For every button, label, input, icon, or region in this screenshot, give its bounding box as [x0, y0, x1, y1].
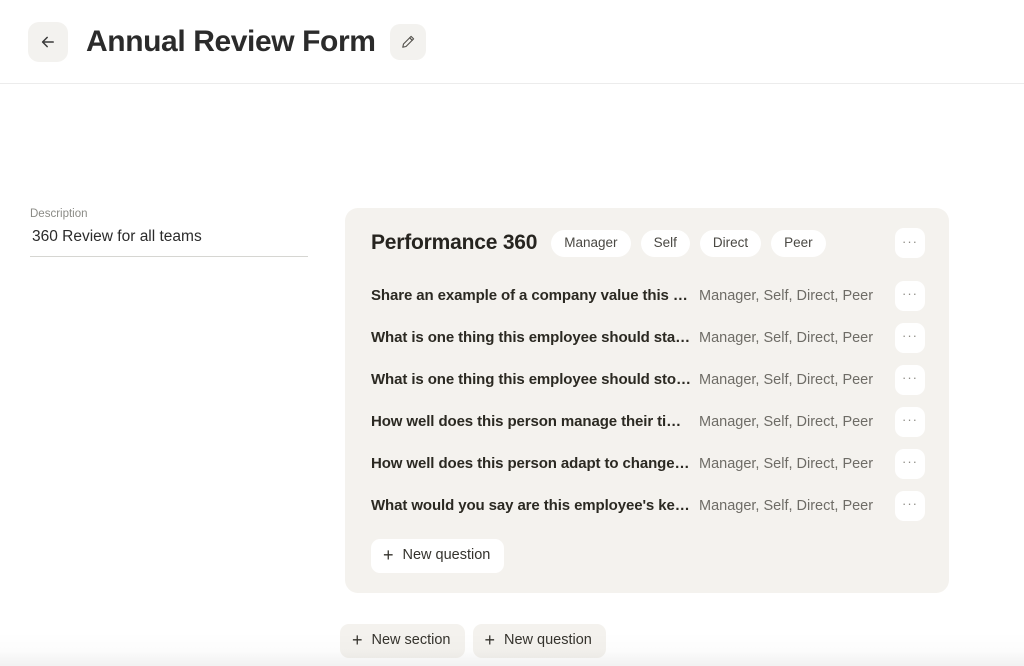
- question-overflow-menu-button[interactable]: ···: [895, 364, 925, 395]
- footer-actions: + New section + New question: [340, 624, 606, 658]
- section-new-question-button[interactable]: + New question: [371, 538, 505, 573]
- new-section-button[interactable]: + New section: [340, 624, 465, 658]
- section-card-performance-360: Performance 360 Manager Self Direct Peer…: [345, 208, 949, 593]
- question-text: Share an example of a company value this…: [371, 287, 693, 305]
- question-audience: Manager, Self, Direct, Peer: [699, 455, 874, 472]
- question-text: What is one thing this employee should s…: [371, 371, 693, 389]
- page-title: Annual Review Form: [86, 24, 376, 58]
- question-text: What would you say are this employee's k…: [371, 497, 693, 515]
- description-label: Description: [30, 208, 88, 220]
- question-row[interactable]: How well does this person manage their t…: [371, 401, 925, 443]
- plus-icon: +: [352, 630, 363, 650]
- page-body: Description Performance 360 Manager Self…: [0, 84, 1024, 666]
- question-audience: Manager, Self, Direct, Peer: [699, 413, 874, 430]
- question-overflow-menu-button[interactable]: ···: [895, 280, 925, 311]
- question-audience: Manager, Self, Direct, Peer: [699, 371, 874, 388]
- plus-icon: +: [484, 630, 496, 650]
- footer-new-question-button[interactable]: + New question: [472, 624, 606, 658]
- question-audience: Manager, Self, Direct, Peer: [699, 287, 874, 304]
- arrow-left-icon: [39, 33, 57, 51]
- question-row[interactable]: How well does this person adapt to chang…: [371, 443, 925, 485]
- question-row[interactable]: What is one thing this employee should s…: [371, 359, 925, 401]
- section-add-row: + New question: [371, 538, 925, 573]
- back-button[interactable]: [28, 21, 68, 62]
- description-input[interactable]: [30, 225, 308, 257]
- audience-chip-self[interactable]: Self: [640, 230, 690, 257]
- question-list: Share an example of a company value this…: [371, 275, 925, 527]
- question-audience: Manager, Self, Direct, Peer: [699, 497, 874, 514]
- pencil-icon: [400, 34, 416, 50]
- question-audience: Manager, Self, Direct, Peer: [699, 329, 874, 346]
- question-text: How well does this person adapt to chang…: [371, 455, 693, 473]
- app-header: Annual Review Form: [0, 0, 1024, 84]
- audience-chip-manager[interactable]: Manager: [551, 230, 631, 257]
- section-title: Performance 360: [371, 231, 538, 255]
- question-row[interactable]: What would you say are this employee's k…: [371, 485, 925, 527]
- question-overflow-menu-button[interactable]: ···: [895, 322, 925, 353]
- section-header: Performance 360 Manager Self Direct Peer…: [371, 228, 925, 259]
- edit-title-button[interactable]: [389, 23, 426, 60]
- question-text: What is one thing this employee should s…: [371, 329, 693, 347]
- audience-chip-peer[interactable]: Peer: [771, 230, 826, 257]
- footer-new-question-label: New question: [504, 632, 592, 649]
- new-section-label: New section: [371, 632, 451, 649]
- section-overflow-menu-button[interactable]: ···: [895, 228, 925, 259]
- audience-chip-direct[interactable]: Direct: [699, 230, 762, 257]
- plus-icon: +: [383, 544, 394, 565]
- question-text: How well does this person manage their t…: [371, 413, 693, 431]
- section-new-question-label: New question: [402, 547, 491, 564]
- question-row[interactable]: What is one thing this employee should s…: [371, 317, 925, 359]
- question-overflow-menu-button[interactable]: ···: [895, 448, 925, 479]
- description-field-group: Description: [30, 208, 308, 257]
- question-overflow-menu-button[interactable]: ···: [895, 406, 925, 437]
- question-row[interactable]: Share an example of a company value this…: [371, 275, 925, 317]
- question-overflow-menu-button[interactable]: ···: [895, 490, 925, 521]
